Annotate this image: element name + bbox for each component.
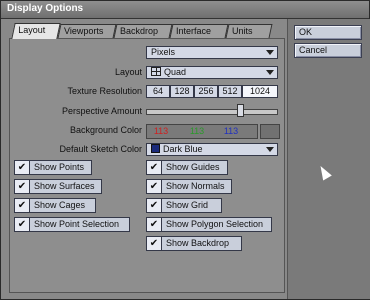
ok-button[interactable]: OK (294, 25, 362, 40)
checkmark-icon: ✔ (15, 161, 30, 174)
display-options-window: Display Options OK Cancel Layout Viewpor… (0, 0, 370, 300)
background-color-label: Background Color (69, 125, 142, 135)
checkmark-icon: ✔ (147, 161, 162, 174)
tab-interface[interactable]: Interface (169, 24, 229, 38)
texture-256-button[interactable]: 256 (194, 85, 218, 98)
chevron-down-icon (266, 147, 274, 152)
sketch-color-select[interactable]: Dark Blue (146, 143, 278, 156)
checkmark-icon: ✔ (147, 180, 162, 193)
show-backdrop-checkbox[interactable]: ✔ Show Backdrop (146, 236, 242, 251)
units-select[interactable]: Pixels (146, 46, 278, 59)
quad-icon (151, 67, 161, 76)
tab-units[interactable]: Units (225, 24, 273, 38)
perspective-amount-label: Perspective Amount (61, 106, 142, 116)
show-grid-checkbox[interactable]: ✔ Show Grid (146, 198, 222, 213)
title-bar[interactable]: Display Options (1, 1, 369, 19)
show-cages-checkbox[interactable]: ✔ Show Cages (14, 198, 96, 213)
checkmark-icon: ✔ (147, 218, 162, 231)
show-point-selection-checkbox[interactable]: ✔ Show Point Selection (14, 217, 130, 232)
perspective-slider-handle[interactable] (236, 104, 244, 117)
dialog-button-panel: OK Cancel (287, 19, 370, 299)
checkmark-icon: ✔ (147, 237, 162, 250)
chevron-down-icon (266, 70, 274, 75)
show-guides-checkbox[interactable]: ✔ Show Guides (146, 160, 228, 175)
texture-128-button[interactable]: 128 (170, 85, 194, 98)
checkmark-icon: ✔ (15, 180, 30, 193)
texture-resolution-label: Texture Resolution (67, 86, 142, 96)
tab-backdrop[interactable]: Backdrop (113, 24, 173, 38)
texture-512-button[interactable]: 512 (218, 85, 242, 98)
tab-layout[interactable]: Layout (11, 23, 61, 39)
layout-label: Layout (114, 67, 142, 77)
background-blue-value[interactable]: 113 (218, 125, 244, 138)
background-color-swatch[interactable] (260, 124, 280, 139)
sketch-color-swatch (151, 144, 160, 153)
show-polygon-selection-checkbox[interactable]: ✔ Show Polygon Selection (146, 217, 272, 232)
tab-viewports[interactable]: Viewports (57, 24, 117, 38)
layout-select[interactable]: Quad (146, 66, 278, 79)
texture-1024-button[interactable]: 1024 (242, 85, 278, 98)
window-title: Display Options (7, 3, 84, 14)
background-green-value[interactable]: 113 (184, 125, 210, 138)
checkmark-icon: ✔ (147, 199, 162, 212)
background-red-value[interactable]: 113 (148, 125, 174, 138)
perspective-slider-track[interactable] (146, 109, 278, 115)
texture-64-button[interactable]: 64 (146, 85, 170, 98)
default-sketch-color-label: Default Sketch Color (59, 144, 142, 154)
checkmark-icon: ✔ (15, 218, 30, 231)
cancel-button[interactable]: Cancel (294, 43, 362, 58)
show-surfaces-checkbox[interactable]: ✔ Show Surfaces (14, 179, 102, 194)
checkmark-icon: ✔ (15, 199, 30, 212)
layout-panel: Pixels Layout Quad Texture Resolution 64… (9, 38, 285, 293)
chevron-down-icon (266, 50, 274, 55)
show-normals-checkbox[interactable]: ✔ Show Normals (146, 179, 232, 194)
show-points-checkbox[interactable]: ✔ Show Points (14, 160, 92, 175)
